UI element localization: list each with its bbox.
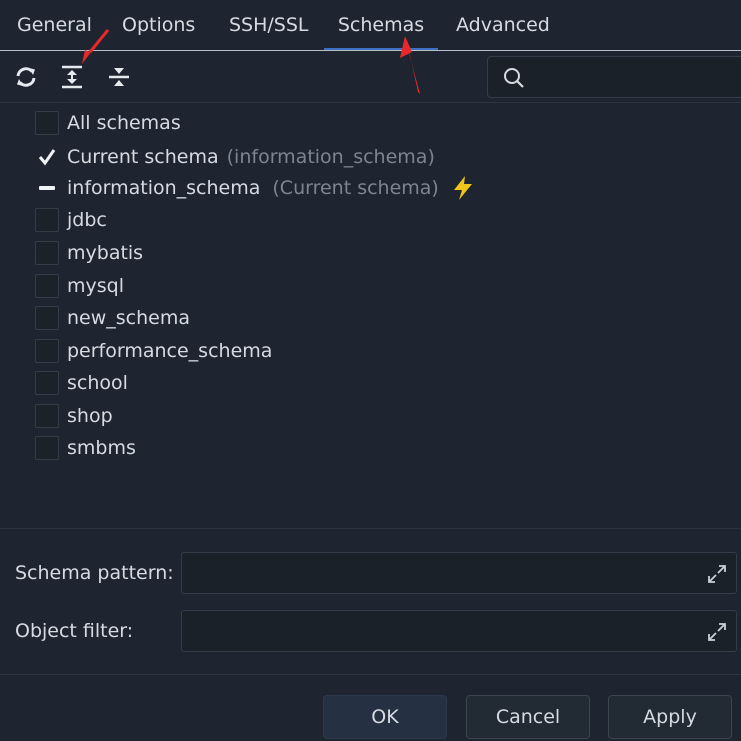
list-item-note: (information_schema): [226, 146, 435, 168]
refresh-icon[interactable]: [12, 63, 40, 91]
divider: [0, 674, 741, 675]
list-item[interactable]: jdbc: [35, 206, 107, 234]
list-item[interactable]: mybatis: [35, 239, 143, 267]
tab-ssh-ssl[interactable]: SSH/SSL: [229, 0, 309, 50]
list-item-label: information_schema: [67, 177, 261, 199]
annotation-arrow: [400, 36, 420, 94]
checkmark-icon: [38, 149, 56, 166]
list-item[interactable]: shop: [35, 402, 113, 430]
list-item-label: school: [67, 372, 128, 394]
checkbox[interactable]: [35, 306, 59, 330]
list-item-label: performance_schema: [67, 340, 273, 362]
schema-pattern-field[interactable]: [181, 552, 737, 594]
list-item[interactable]: school: [35, 369, 128, 397]
list-item-label: jdbc: [67, 209, 107, 231]
list-item[interactable]: smbms: [35, 434, 136, 462]
checkbox[interactable]: [35, 274, 59, 298]
list-item-note: (Current schema): [272, 177, 439, 199]
checkbox[interactable]: [35, 208, 59, 232]
list-item[interactable]: performance_schema: [35, 337, 272, 365]
expand-icon[interactable]: [706, 563, 728, 585]
object-filter-label: Object filter:: [15, 620, 134, 642]
tab-advanced[interactable]: Advanced: [456, 0, 550, 50]
search-icon: [504, 68, 524, 88]
lightning-icon: [453, 176, 472, 200]
list-item[interactable]: mysql: [35, 272, 124, 300]
list-item-current-schema[interactable]: Current schema (information_schema): [35, 143, 435, 171]
annotation-arrow: [82, 29, 110, 64]
checkbox-checked[interactable]: [35, 145, 59, 169]
checkbox-indeterminate[interactable]: [35, 176, 59, 200]
list-item[interactable]: new_schema: [35, 304, 190, 332]
list-item-label: new_schema: [67, 307, 190, 329]
list-item-label: All schemas: [67, 112, 181, 134]
schema-pattern-label: Schema pattern:: [15, 562, 174, 584]
checkbox[interactable]: [35, 241, 59, 265]
checkbox[interactable]: [35, 371, 59, 395]
tab-options[interactable]: Options: [122, 0, 195, 50]
search-input[interactable]: [487, 56, 741, 98]
list-item-label: shop: [67, 405, 113, 427]
list-item-label: Current schema: [67, 146, 219, 168]
checkbox[interactable]: [35, 111, 59, 135]
object-filter-field[interactable]: [181, 610, 737, 652]
divider: [0, 528, 741, 529]
schema-list: All schemas Current schema (information_…: [0, 102, 741, 528]
cancel-button[interactable]: Cancel: [466, 695, 590, 739]
checkbox[interactable]: [35, 339, 59, 363]
list-item-label: mybatis: [67, 242, 144, 264]
list-item-label: smbms: [67, 437, 136, 459]
checkbox[interactable]: [35, 404, 59, 428]
expand-icon[interactable]: [706, 621, 728, 643]
list-item-all-schemas[interactable]: All schemas: [35, 109, 181, 137]
list-item-information-schema[interactable]: information_schema (Current schema): [35, 174, 475, 202]
ok-button[interactable]: OK: [323, 695, 447, 739]
apply-button[interactable]: Apply: [608, 695, 732, 739]
list-item-label: mysql: [67, 275, 124, 297]
checkbox[interactable]: [35, 436, 59, 460]
